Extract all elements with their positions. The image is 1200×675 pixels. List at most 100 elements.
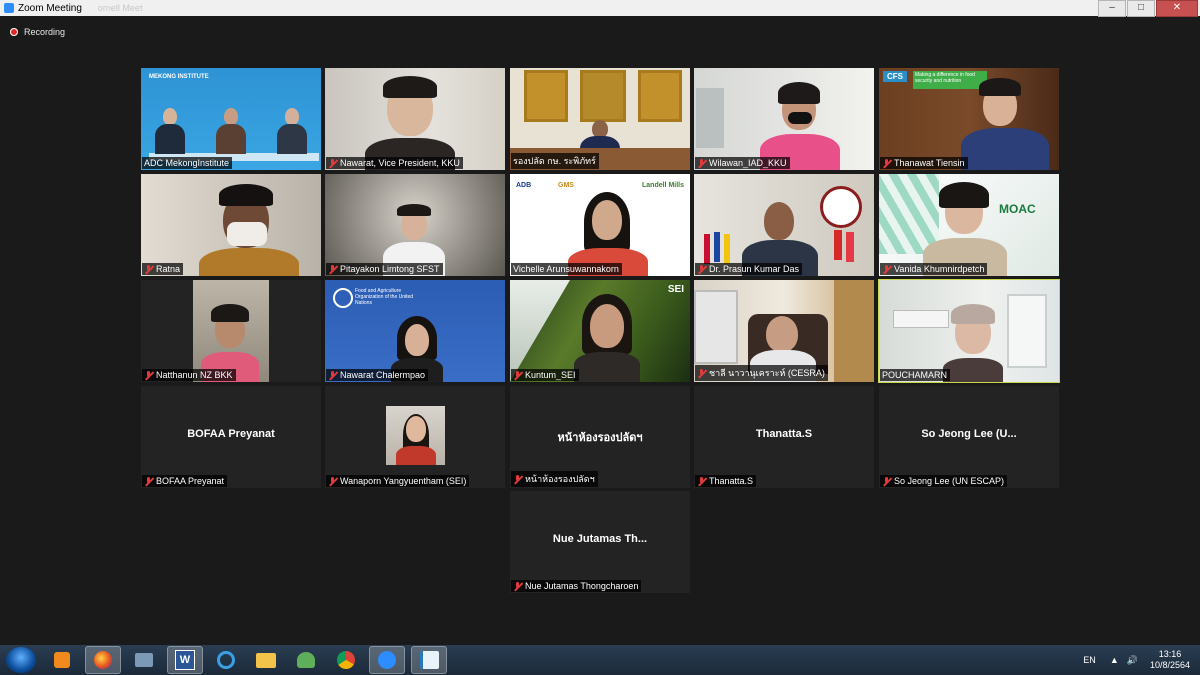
participant-name: Thanatta.S [709, 476, 754, 486]
quill-app-icon[interactable] [411, 646, 447, 674]
participant-nameplate: Kuntum_SEI [511, 369, 579, 381]
show-hidden-icons-icon[interactable]: ▲ [1110, 655, 1119, 665]
word-icon[interactable]: W [167, 646, 203, 674]
portrait-frame [580, 70, 626, 122]
fao-background: Food and Agriculture Organization of the… [325, 280, 505, 382]
room-background [325, 174, 505, 276]
gms-logo: GMS [558, 182, 574, 189]
participant-nameplate: Vichelle Arunsuwannakorn [511, 263, 622, 275]
close-button[interactable]: ✕ [1156, 0, 1198, 17]
video-tile-off[interactable]: BOFAA Preyanat BOFAA Preyanat [141, 386, 321, 488]
recording-indicator[interactable]: Recording [10, 27, 65, 37]
cfs-badge: CFS [883, 71, 907, 82]
mekong-background: MEKONG INSTITUTE [141, 68, 321, 170]
zoom-app-icon [4, 3, 14, 13]
zoom-icon[interactable] [369, 646, 405, 674]
adb-logo: ADB [516, 182, 532, 189]
person-body [943, 358, 1003, 382]
video-tile[interactable]: ชาลี นาวานุเคราะห์ (CESRA) [694, 280, 874, 382]
participant-nameplate: Ratna [142, 263, 184, 275]
language-indicator[interactable]: EN [1083, 655, 1096, 665]
video-tile-off[interactable]: หน้าห้องรองปลัดฯ หน้าห้องรองปลัดฯ [510, 386, 690, 488]
network-app-icon[interactable] [127, 647, 161, 673]
participant-nameplate: หน้าห้องรองปลัดฯ [511, 471, 598, 487]
video-tile[interactable]: รองปลัด กษ. ระพิภัทร์ [510, 68, 690, 170]
muted-mic-icon [328, 158, 337, 168]
video-tile-active-speaker[interactable]: POUCHAMARN [878, 279, 1060, 383]
portrait-frame [524, 70, 568, 122]
video-tile[interactable]: Natthanun NZ BKK [141, 280, 321, 382]
participant-name: Ratna [156, 264, 181, 274]
participant-nameplate: Wilawan_IAD_KKU [695, 157, 790, 169]
participant-nameplate: Wanaporn Yangyuentham (SEI) [326, 475, 470, 487]
participant-nameplate: Vanida Khumnirdpetch [880, 263, 988, 275]
video-tile-off[interactable]: Thanatta.S Thanatta.S [694, 386, 874, 488]
maximize-button[interactable]: □ [1127, 0, 1155, 17]
video-tile[interactable]: ADB GMS Landell Mills Vichelle Arunsuwan… [510, 174, 690, 276]
food-background: CFS Making a difference in food security… [879, 68, 1059, 170]
participant-name: Vanida Khumnirdpetch [894, 264, 985, 274]
window [1007, 294, 1047, 368]
participant-name: Kuntum_SEI [525, 370, 576, 380]
pattern [879, 174, 939, 254]
muted-mic-icon [882, 158, 891, 168]
video-tile[interactable]: Nawarat, Vice President, KKU [325, 68, 505, 170]
hair [219, 184, 273, 206]
hair [951, 304, 995, 324]
participant-name: POUCHAMARN [882, 370, 948, 380]
recording-label: Recording [24, 27, 66, 37]
flag [846, 232, 854, 262]
shelf [696, 88, 724, 148]
video-tile-off[interactable]: Wanaporn Yangyuentham (SEI) [325, 386, 505, 488]
participant-nameplate: So Jeong Lee (UN ESCAP) [880, 475, 1008, 487]
video-tile-off[interactable]: So Jeong Lee (U... So Jeong Lee (UN ESCA… [879, 386, 1059, 488]
air-conditioner [893, 310, 949, 328]
hair [397, 204, 431, 216]
muted-mic-icon [513, 474, 522, 484]
video-tile-off[interactable]: Nue Jutamas Th... Nue Jutamas Thongcharo… [510, 491, 690, 593]
participant-name: Natthanun NZ BKK [156, 370, 233, 380]
video-tile[interactable]: SEI Kuntum_SEI [510, 280, 690, 382]
face-mask [227, 222, 267, 246]
video-tile[interactable]: MEKONG INSTITUTE ADC MekongInstitute [141, 68, 321, 170]
clock[interactable]: 13:16 10/8/2564 [1150, 649, 1190, 671]
video-tile[interactable]: CFS Making a difference in food security… [879, 68, 1059, 170]
volume-icon[interactable]: 🔊 [1127, 655, 1138, 666]
video-tile[interactable]: MOAC Vanida Khumnirdpetch [879, 174, 1059, 276]
window-controls: – □ ✕ [1097, 0, 1198, 17]
video-tile[interactable]: Dr. Prasun Kumar Das [694, 174, 874, 276]
video-tile[interactable]: Wilawan_IAD_KKU [694, 68, 874, 170]
file-explorer-icon[interactable] [249, 647, 283, 673]
start-button[interactable] [6, 647, 36, 673]
muted-mic-icon [328, 476, 337, 486]
person-body [961, 128, 1049, 170]
person-body [396, 446, 436, 465]
person-body [216, 124, 246, 154]
participant-name: หน้าห้องรองปลัดฯ [525, 474, 595, 484]
media-player-icon[interactable] [45, 647, 79, 673]
sei-logo: SEI [667, 284, 684, 295]
brand-text: MEKONG INSTITUTE [149, 74, 209, 80]
chrome-icon[interactable] [329, 647, 363, 673]
people-app-icon[interactable] [289, 647, 323, 673]
minimize-button[interactable]: – [1098, 0, 1126, 17]
video-tile[interactable]: Ratna [141, 174, 321, 276]
muted-mic-icon [697, 476, 706, 486]
participant-nameplate: BOFAA Preyanat [142, 475, 228, 487]
participant-name: So Jeong Lee (UN ESCAP) [894, 476, 1005, 486]
participant-nameplate: Nawarat Chalermpao [326, 369, 429, 381]
muted-mic-icon [328, 264, 337, 274]
moac-logo: MOAC [999, 202, 1036, 216]
internet-explorer-icon[interactable] [209, 647, 243, 673]
participant-name: ชาลี นาวานุเคราะห์ (CESRA) [709, 368, 825, 378]
participant-nameplate: ADC MekongInstitute [142, 157, 233, 169]
firefox-icon[interactable] [85, 646, 121, 674]
participant-nameplate: Pitayakon Limtong SFST [326, 263, 443, 275]
face-mask [788, 112, 812, 124]
participant-display-name: So Jeong Lee (U... [921, 428, 1017, 440]
forest-background: SEI [510, 280, 690, 382]
video-tile[interactable]: Food and Agriculture Organization of the… [325, 280, 505, 382]
video-tile[interactable]: Pitayakon Limtong SFST [325, 174, 505, 276]
muted-mic-icon [144, 476, 153, 486]
person-body [277, 124, 307, 154]
